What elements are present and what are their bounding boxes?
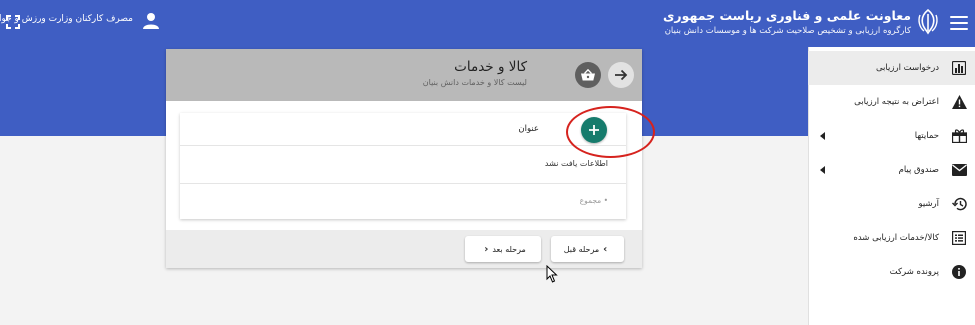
column-title-header: عنوان	[518, 124, 539, 134]
card-footer: › مرحله قبل مرحله بعد ‹	[166, 230, 642, 268]
sidebar-item-label: درخواست ارزیابی	[875, 63, 939, 73]
chevron-left-icon: ‹	[484, 243, 489, 255]
previous-step-button[interactable]: › مرحله قبل	[551, 236, 624, 262]
back-button[interactable]	[608, 62, 634, 88]
sidebar-item-messages[interactable]: صندوق پیام	[808, 153, 975, 187]
bar-chart-icon	[951, 60, 967, 76]
next-step-label: مرحله بعد	[492, 244, 526, 254]
mouse-cursor-icon	[546, 265, 558, 283]
sidebar-item-label: حمایتها	[914, 131, 939, 141]
sidebar-item-objection[interactable]: اعتراض به نتیجه ارزیابی	[808, 85, 975, 119]
sidebar: درخواست ارزیابی اعتراض به نتیجه ارزیابی …	[808, 47, 975, 325]
info-icon	[951, 264, 967, 280]
header-title: معاونت علمی و فناوری ریاست جمهوری	[662, 8, 911, 23]
table-header-row: عنوان	[180, 113, 626, 146]
sidebar-item-archive[interactable]: آرشیو	[808, 187, 975, 221]
next-step-button[interactable]: مرحله بعد ‹	[465, 236, 541, 262]
list-icon	[951, 230, 967, 246]
hamburger-menu-icon[interactable]	[949, 13, 969, 33]
expand-arrow-icon	[820, 166, 825, 174]
sidebar-item-label: پرونده شرکت	[889, 267, 939, 277]
table-total-row: • مجموع	[180, 185, 626, 219]
history-icon	[951, 196, 967, 212]
app-root: معاونت علمی و فناوری ریاست جمهوری کارگرو…	[0, 0, 975, 325]
chevron-right-icon: ›	[603, 243, 608, 255]
card-title: کالا و خدمات	[454, 59, 527, 75]
user-icon[interactable]	[143, 12, 159, 30]
previous-step-label: مرحله قبل	[563, 244, 600, 254]
highlight-circle-annotation	[566, 106, 655, 158]
emblem-logo	[918, 9, 938, 35]
arrow-right-icon	[615, 69, 628, 81]
sidebar-item-evaluation-request[interactable]: درخواست ارزیابی	[808, 51, 975, 85]
table-empty-row: اطلاعات یافت نشد	[180, 146, 626, 184]
header-titles: معاونت علمی و فناوری ریاست جمهوری کارگرو…	[663, 8, 911, 38]
gift-icon	[951, 128, 967, 144]
sidebar-item-label: کالا/خدمات ارزیابی شده	[853, 233, 939, 243]
sidebar-item-label: صندوق پیام	[898, 165, 939, 175]
empty-message: اطلاعات یافت نشد	[544, 159, 608, 168]
top-bar: معاونت علمی و فناوری ریاست جمهوری کارگرو…	[0, 0, 975, 47]
warning-icon	[951, 94, 967, 110]
sidebar-item-evaluated-products[interactable]: کالا/خدمات ارزیابی شده	[808, 221, 975, 255]
products-table: عنوان اطلاعات یافت نشد • مجموع	[180, 113, 626, 219]
basket-icon	[575, 62, 601, 88]
mail-icon	[951, 162, 967, 178]
sidebar-item-company-file[interactable]: پرونده شرکت	[808, 255, 975, 289]
sidebar-item-label: آرشیو	[918, 199, 939, 209]
sidebar-item-label: اعتراض به نتیجه ارزیابی	[854, 97, 939, 107]
card-subtitle: لیست کالا و خدمات دانش بنیان	[422, 78, 527, 87]
total-label: • مجموع	[579, 196, 608, 205]
expand-arrow-icon	[820, 132, 825, 140]
sidebar-item-supports[interactable]: حمایتها	[808, 119, 975, 153]
user-name: مصرف کارکنان وزارت ورزش و جوانان	[0, 14, 133, 24]
products-card: کالا و خدمات لیست کالا و خدمات دانش بنیا…	[166, 49, 642, 268]
header-subtitle: کارگروه ارزیابی و تشخیص صلاحیت شرکت ها و…	[664, 26, 911, 36]
card-header: کالا و خدمات لیست کالا و خدمات دانش بنیا…	[166, 49, 642, 101]
